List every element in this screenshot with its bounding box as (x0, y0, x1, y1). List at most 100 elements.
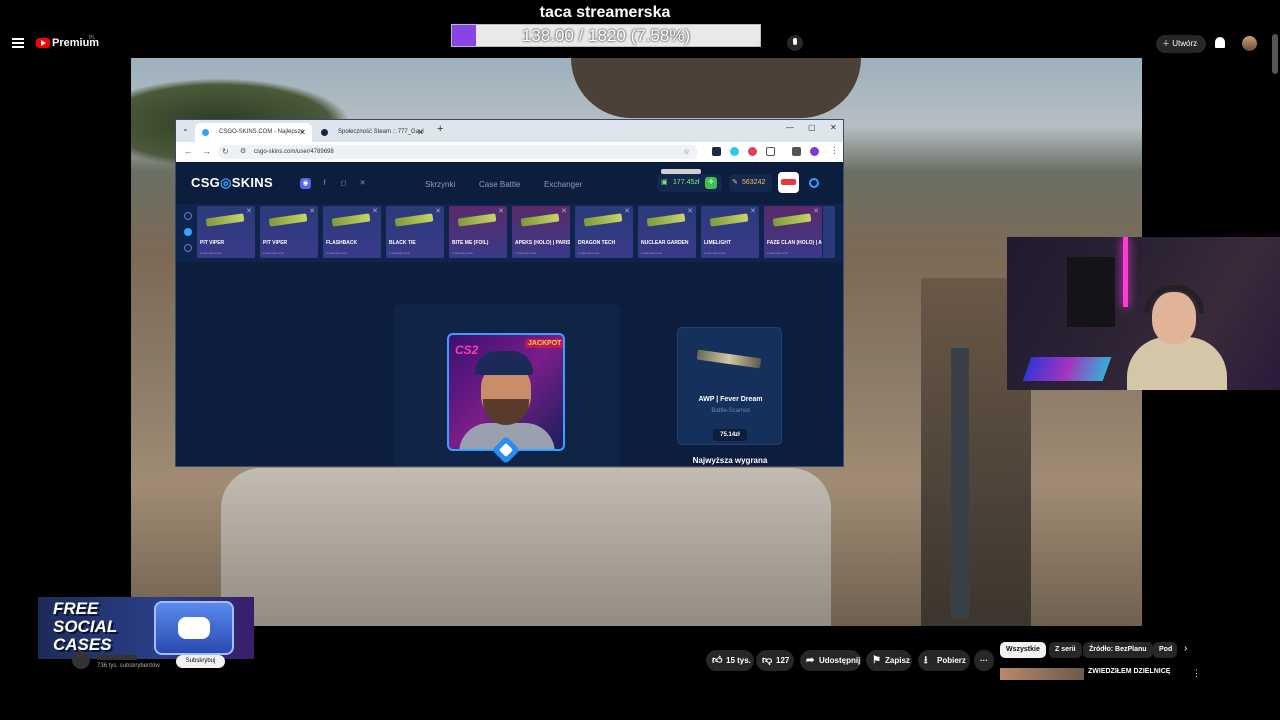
instagram-icon[interactable]: ◻ (338, 178, 349, 189)
extension-icon[interactable] (730, 147, 739, 156)
create-label: Utwórz (1172, 39, 1198, 48)
close-icon[interactable]: ✕ (435, 207, 441, 215)
weapon-skin-icon (709, 213, 749, 227)
tab-search-icon[interactable]: ⌄ (182, 124, 189, 133)
video-actions-bar: 736 tys. subskrybentów Subskrybuj 👍︎ 15 … (0, 640, 1280, 680)
create-button[interactable]: ＋ Utwórz (1156, 35, 1206, 53)
share-arrow-icon: ➦ (806, 655, 815, 666)
nav-case-battle[interactable]: Case Battle (479, 180, 520, 189)
close-window-icon[interactable]: ✕ (830, 123, 837, 132)
mic-icon[interactable] (787, 35, 803, 51)
recommendation-thumbnail[interactable] (1000, 668, 1084, 680)
close-icon[interactable]: ✕ (624, 207, 630, 215)
site-header: CSG◎SKINS ◉ f ◻ ✕ Skrzynki Case Battle E… (176, 162, 843, 204)
scrollbar[interactable] (1272, 34, 1278, 74)
split-view-icon[interactable] (792, 147, 801, 156)
browser-menu-icon[interactable]: ⋮ (830, 145, 839, 156)
chip-source[interactable]: Źródło: BezPlanu (1083, 642, 1153, 658)
drop-card[interactable]: BITE ME (FOIL) 2 sekundy temu ✕ (449, 206, 507, 258)
site-logo[interactable]: CSG◎SKINS (191, 175, 273, 191)
dislike-button[interactable]: 👎︎ 127 (756, 650, 794, 671)
maximize-icon[interactable]: ▢ (808, 123, 816, 132)
close-tab-icon[interactable]: ✕ (417, 123, 424, 142)
drop-card-partial[interactable] (823, 206, 835, 258)
drop-card[interactable]: FAZE CLAN (HOLO) | ANTWERP 2022 2 sekundy… (764, 206, 822, 258)
facebook-icon[interactable]: f (319, 178, 330, 189)
extension-icon[interactable] (712, 147, 721, 156)
close-icon[interactable]: ✕ (750, 207, 756, 215)
nav-cases[interactable]: Skrzynki (425, 180, 455, 189)
like-button[interactable]: 👍︎ 15 tys. (706, 650, 754, 671)
drop-name: NUCLEAR GARDEN (641, 240, 689, 246)
close-icon[interactable]: ✕ (813, 207, 819, 215)
close-icon[interactable]: ✕ (246, 207, 252, 215)
star-icon[interactable] (184, 244, 192, 252)
recommendation-menu-icon[interactable]: ⋮ (1192, 668, 1201, 679)
drop-card[interactable]: PIT VIPER 2 sekundy temu ✕ (260, 206, 318, 258)
cam-keyboard (1022, 357, 1112, 381)
extensions-puzzle-icon[interactable] (766, 147, 775, 156)
avatar-jackpot-badge: JACKPOT (525, 339, 563, 348)
drop-name: FAZE CLAN (HOLO) | ANTWERP 2022 (767, 240, 822, 246)
share-button[interactable]: ➦ Udostępnij (800, 650, 861, 671)
save-button[interactable]: ⚑ Zapisz (866, 650, 912, 671)
close-icon[interactable]: ✕ (309, 207, 315, 215)
download-button[interactable]: ⭳ Pobierz (918, 650, 970, 671)
forward-icon[interactable]: → (202, 146, 211, 156)
nav-exchanger[interactable]: Exchanger (544, 180, 582, 189)
account-avatar[interactable] (1242, 36, 1257, 51)
tab-steam-community[interactable]: Społeczność Steam :: 777_Gaul ✕ (314, 123, 430, 142)
extension-icon[interactable] (748, 147, 757, 156)
bell-icon[interactable] (1215, 37, 1225, 48)
drop-card[interactable]: DRAGON TECH 2 sekundy temu ✕ (575, 206, 633, 258)
close-icon[interactable]: ✕ (372, 207, 378, 215)
weapon-skin-icon (268, 213, 308, 227)
best-drop-condition: Battle-Scarred (711, 408, 750, 414)
deposit-button[interactable]: + (705, 177, 717, 189)
close-icon[interactable]: ✕ (687, 207, 693, 215)
chevron-right-icon[interactable]: › (1184, 643, 1187, 654)
drop-card[interactable]: APEKS (HOLO) | PARIS 2023 2 sekundy temu ✕ (512, 206, 570, 258)
chip-more[interactable]: Pod (1153, 642, 1177, 658)
new-tab-button[interactable]: + (437, 123, 443, 135)
search-icon[interactable]: ⌕ (755, 37, 761, 50)
chip-all[interactable]: Wszystkie (1000, 642, 1046, 658)
tab-bar: ⌄ CSGO-SKINS.COM - Najlepsze ✕ Społeczno… (176, 120, 843, 142)
youtube-logo[interactable] (36, 38, 50, 48)
url-field[interactable]: ↻ ⚙ csgo-skins.com/user/4789698 ☆ (218, 145, 698, 159)
more-actions-button[interactable]: ··· (974, 650, 994, 671)
close-tab-icon[interactable]: ✕ (299, 123, 306, 142)
user-avatar[interactable] (778, 172, 799, 193)
drop-card[interactable]: LIMELIGHT 2 sekundy temu ✕ (701, 206, 759, 258)
best-drop-card[interactable]: AWP | Fever Dream Battle-Scarred 75.14zł (677, 327, 782, 445)
x-icon[interactable]: ✕ (357, 178, 368, 189)
points-display[interactable]: ✎ 563242 (729, 174, 772, 192)
best-drop-label: Najwyższa wygrana (692, 456, 768, 465)
clock-icon[interactable] (184, 212, 192, 220)
pencil-icon: ✎ (732, 179, 738, 186)
bookmark-star-icon[interactable]: ☆ (683, 145, 690, 159)
site-info-icon[interactable]: ⚙ (240, 145, 246, 159)
minimize-icon[interactable]: — (786, 123, 794, 132)
drop-card[interactable]: NUCLEAR GARDEN 2 sekundy temu ✕ (638, 206, 696, 258)
subscribe-button[interactable]: Subskrybuj (176, 655, 225, 668)
thumbs-up-icon[interactable] (184, 228, 192, 236)
settings-gear-icon[interactable] (809, 178, 819, 188)
close-icon[interactable]: ✕ (498, 207, 504, 215)
recommendation-title[interactable]: ZWIEDZIŁEM DZIELNICĘ (1088, 668, 1170, 675)
drop-card[interactable]: FLASHBACK 2 sekundy temu ✕ (323, 206, 381, 258)
profile-icon[interactable] (810, 147, 819, 156)
drop-card[interactable]: BLACK TIE 2 sekundy temu ✕ (386, 206, 444, 258)
tab-csgo-skins[interactable]: CSGO-SKINS.COM - Najlepsze ✕ (195, 123, 312, 142)
weapon-skin-icon (457, 213, 497, 227)
discord-icon[interactable]: ◉ (300, 178, 311, 189)
chip-series[interactable]: Z serii (1049, 642, 1082, 658)
best-drop-name: AWP | Fever Dream (698, 396, 763, 403)
channel-avatar[interactable] (72, 651, 90, 669)
back-icon[interactable]: ← (184, 146, 193, 156)
drop-card[interactable]: PIT VIPER 2 sekundy temu ✕ (197, 206, 255, 258)
drop-time: 2 sekundy temu (326, 251, 348, 255)
reload-icon[interactable]: ↻ (222, 145, 229, 159)
menu-icon[interactable] (12, 38, 24, 48)
close-icon[interactable]: ✕ (561, 207, 567, 215)
